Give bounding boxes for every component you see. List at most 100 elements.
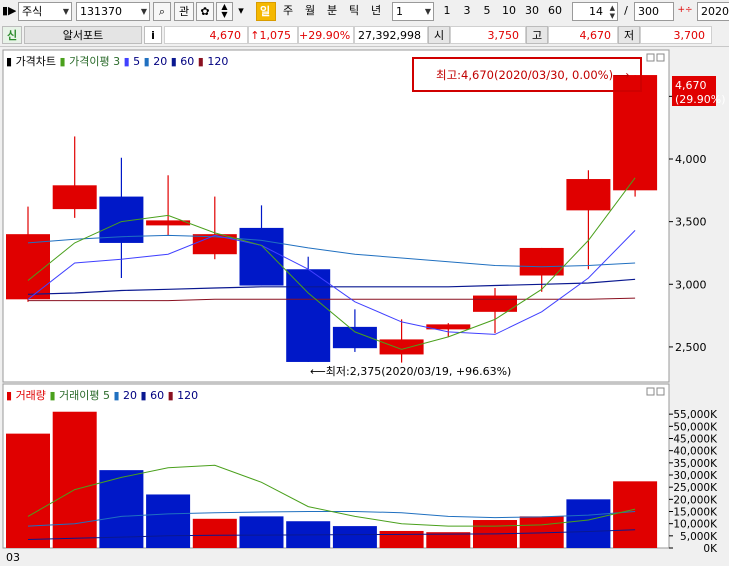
display-count-stepper[interactable]: 14 ▲ ▼ [572,2,618,21]
volume-tick-label: 25,000K [673,482,718,494]
settings-button[interactable]: ✿ [196,2,214,21]
volume-bar [332,526,377,548]
volume-tick-label: 30,000K [673,470,718,482]
trade-volume: 27,392,998 [354,26,428,44]
volume-tick-label: 45,000K [673,434,718,446]
period-tab-month[interactable]: 월 [300,2,320,21]
candle-body [52,185,97,210]
down-arrow-icon: ▼ [221,10,228,19]
candle-body [379,339,424,355]
legend-marker: ▮ [168,389,174,402]
volume-legend-ma-label: 거래이평 [59,389,99,402]
pane-minimize-icon[interactable] [646,387,655,396]
legend-marker: ▮ [124,55,130,68]
ma3-label: 3 [113,55,120,68]
stock-name: 알서포트 [24,26,142,44]
volume-bar [146,494,191,548]
volume-tick-label: 5,000K [680,531,718,543]
period-tab-day[interactable]: 일 [256,2,276,21]
high-label: 고 [526,26,548,44]
watchlist-button[interactable]: 관 [174,2,194,21]
legend-marker: ▮ [49,389,55,402]
pane-close-icon[interactable] [656,387,665,396]
minute-option-3[interactable]: 3 [458,2,476,21]
minute-option-30[interactable]: 30 [521,2,543,21]
minute-option-1[interactable]: 1 [438,2,456,21]
candle-body [566,179,611,211]
vma5-label: 5 [103,389,110,402]
chevron-down-icon: ▼ [140,7,147,16]
legend-marker: ▮ [60,55,66,68]
minute-option-10[interactable]: 10 [498,2,520,21]
stock-code-input[interactable]: 131370 ▼ [76,2,150,21]
legend-marker: ▮ [6,389,12,402]
price-change: ↑1,075 [248,26,298,44]
plus-minus-icon[interactable]: +÷ [676,2,694,21]
chevron-down-icon: ▼ [62,7,69,16]
total-count-input[interactable]: 300 [634,2,674,21]
volume-tick-label: 40,000K [673,446,718,458]
updown-stepper[interactable]: ▲ ▼ [216,2,233,21]
legend-marker: ▮ [113,389,119,402]
minute-option-60[interactable]: 60 [544,2,566,21]
volume-legend: ▮ 거래량 ▮ 거래이평 5 ▮ 20 ▮ 60 ▮ 120 [6,389,198,402]
price-tick-label: 3,500 [675,216,707,229]
last-price-tag-value: 4,670 [675,79,707,92]
low-annotation: ⟵최저:2,375(2020/03/19, +96.63%) [310,365,511,378]
period-tab-year[interactable]: 년 [366,2,386,21]
price-legend-ma-label: 가격이평 [69,55,109,68]
volume-tick-label: 20,000K [673,494,718,506]
volume-tick-label: 35,000K [673,458,718,470]
stock-chart[interactable]: ▮ 가격차트 ▮ 가격이평 3 ▮ 5 ▮ 20 ▮ 60 ▮ 120 ▮ 거래… [0,48,729,566]
change-percent: +29.90% [298,26,354,44]
legend-marker: ▮ [141,389,147,402]
chevron-down-icon: ▼ [424,7,431,16]
volume-bar [566,499,611,548]
volume-bar [379,530,424,548]
volume-bar [192,518,237,548]
minute-option-5[interactable]: 5 [478,2,496,21]
price-tick-label: 3,000 [675,278,707,291]
pane-close-icon[interactable] [656,53,665,62]
search-button[interactable]: ⌕ [153,2,171,21]
last-price-tag-pct: (29.90%) [675,93,726,106]
interval-select[interactable]: 1 ▼ [392,2,434,21]
chevron-down-icon[interactable]: ▾ [235,2,247,21]
volume-tick-label: 55,000K [673,409,718,421]
low-price: 3,700 [640,26,712,44]
legend-marker: ▮ [144,55,150,68]
open-label: 시 [428,26,450,44]
legend-marker: ▮ [6,55,12,68]
pane-minimize-icon[interactable] [646,53,655,62]
price-legend-title: 가격차트 [16,55,56,68]
period-tab-tick[interactable]: 틱 [344,2,364,21]
volume-tick-label: 10,000K [673,519,718,531]
low-label: 저 [618,26,640,44]
period-tab-week[interactable]: 주 [278,2,298,21]
ma120-label: 120 [207,55,228,68]
candle-body [519,247,564,276]
volume-bar [52,411,97,548]
x-axis-date-label: 03 [6,551,20,564]
vma120-label: 120 [177,389,198,402]
gear-icon: ✿ [200,5,210,18]
period-tab-minute[interactable]: 분 [322,2,342,21]
volume-tick-label: 50,000K [673,421,718,433]
candle-body [613,75,658,191]
info-button[interactable]: i [144,26,162,44]
volume-legend-title: 거래량 [16,389,46,402]
market-select[interactable]: 주식 ▼ [18,2,72,21]
date-input[interactable]: 2020/ [697,2,729,21]
high-price: 4,670 [548,26,618,44]
candle-body [239,227,284,286]
volume-bar [239,516,284,548]
credit-badge: 신 [2,26,22,44]
vma60-label: 60 [150,389,164,402]
drag-handle-icon[interactable]: ▮▶ [2,2,16,21]
volume-tick-label: 0K [703,543,718,555]
magnifier-icon: ⌕ [158,5,166,18]
legend-marker: ▮ [171,55,177,68]
price-legend: ▮ 가격차트 ▮ 가격이평 3 ▮ 5 ▮ 20 ▮ 60 ▮ 120 [6,55,228,68]
price-tick-label: 2,500 [675,341,707,354]
vma20-label: 20 [123,389,137,402]
